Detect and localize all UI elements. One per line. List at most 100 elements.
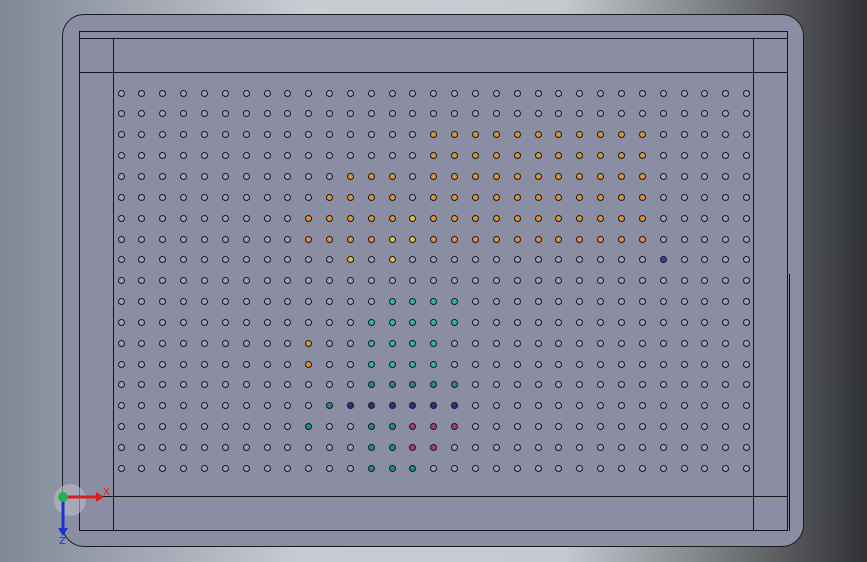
- hole: [263, 444, 271, 451]
- hole: [701, 402, 709, 410]
- hole: [534, 298, 542, 305]
- hole: [346, 214, 354, 222]
- hole: [555, 318, 563, 326]
- hole: [659, 256, 667, 264]
- hole: [743, 131, 750, 139]
- hole: [305, 402, 313, 410]
- hole: [242, 339, 250, 347]
- hole: [430, 110, 438, 118]
- hole: [346, 381, 354, 389]
- hole: [617, 193, 625, 201]
- hole: [722, 214, 730, 222]
- hole: [617, 214, 625, 222]
- hole: [597, 172, 604, 180]
- hole: [659, 131, 667, 139]
- hole: [242, 402, 250, 410]
- hole: [617, 235, 625, 243]
- hole: [346, 318, 354, 326]
- hole: [263, 110, 271, 118]
- hole: [326, 110, 333, 118]
- hole: [722, 110, 730, 118]
- hole: [472, 152, 479, 160]
- hole: [555, 464, 563, 472]
- hole: [180, 277, 188, 285]
- hole: [138, 298, 146, 305]
- hole: [513, 381, 521, 389]
- hole: [367, 235, 375, 243]
- hole: [743, 89, 750, 97]
- hole: [180, 298, 188, 305]
- hole: [430, 89, 438, 97]
- hole: [242, 444, 250, 451]
- hole: [576, 339, 584, 347]
- hole: [576, 235, 584, 243]
- hole: [576, 256, 584, 264]
- hole: [555, 214, 563, 222]
- hole: [138, 444, 146, 451]
- hole: [492, 298, 500, 305]
- hole: [701, 277, 709, 285]
- hole: [409, 89, 417, 97]
- hole: [617, 360, 625, 368]
- hole: [451, 193, 459, 201]
- hole: [305, 110, 313, 118]
- hole: [513, 256, 521, 264]
- hole: [743, 360, 750, 368]
- hole: [430, 214, 438, 222]
- hole: [388, 89, 396, 97]
- hole: [451, 423, 459, 431]
- hole: [200, 444, 208, 451]
- hole: [221, 193, 229, 201]
- hole: [576, 152, 584, 160]
- hole: [722, 298, 730, 305]
- hole: [555, 193, 563, 201]
- hole: [117, 402, 125, 410]
- hole: [492, 152, 500, 160]
- hole: [617, 277, 625, 285]
- hole: [534, 464, 542, 472]
- hole: [472, 235, 479, 243]
- hole: [555, 110, 563, 118]
- hole: [513, 318, 521, 326]
- hole: [576, 193, 584, 201]
- hole: [701, 193, 709, 201]
- hole: [117, 89, 125, 97]
- hole: [138, 360, 146, 368]
- hole: [305, 464, 313, 472]
- hole: [180, 172, 188, 180]
- hole: [472, 214, 479, 222]
- hole: [326, 256, 333, 264]
- hole: [242, 235, 250, 243]
- hole: [597, 277, 604, 285]
- hole: [388, 235, 396, 243]
- hole: [242, 464, 250, 472]
- hole: [617, 172, 625, 180]
- hole: [346, 172, 354, 180]
- hole: [200, 298, 208, 305]
- hole: [409, 423, 417, 431]
- graphics-viewport[interactable]: X Z Y: [0, 0, 867, 562]
- hole: [263, 152, 271, 160]
- hole: [722, 193, 730, 201]
- hole: [743, 464, 750, 472]
- hole: [680, 131, 688, 139]
- hole: [221, 256, 229, 264]
- hole: [534, 89, 542, 97]
- hole: [534, 360, 542, 368]
- hole: [305, 339, 313, 347]
- hole: [138, 402, 146, 410]
- hole: [722, 402, 730, 410]
- hole: [451, 235, 459, 243]
- hole: [326, 172, 333, 180]
- hole: [659, 214, 667, 222]
- hole: [284, 298, 292, 305]
- hole: [451, 277, 459, 285]
- hole: [221, 339, 229, 347]
- hole: [221, 214, 229, 222]
- hole: [326, 152, 333, 160]
- hole: [680, 402, 688, 410]
- hole: [263, 402, 271, 410]
- hole: [180, 444, 188, 451]
- hole: [242, 89, 250, 97]
- hole: [534, 235, 542, 243]
